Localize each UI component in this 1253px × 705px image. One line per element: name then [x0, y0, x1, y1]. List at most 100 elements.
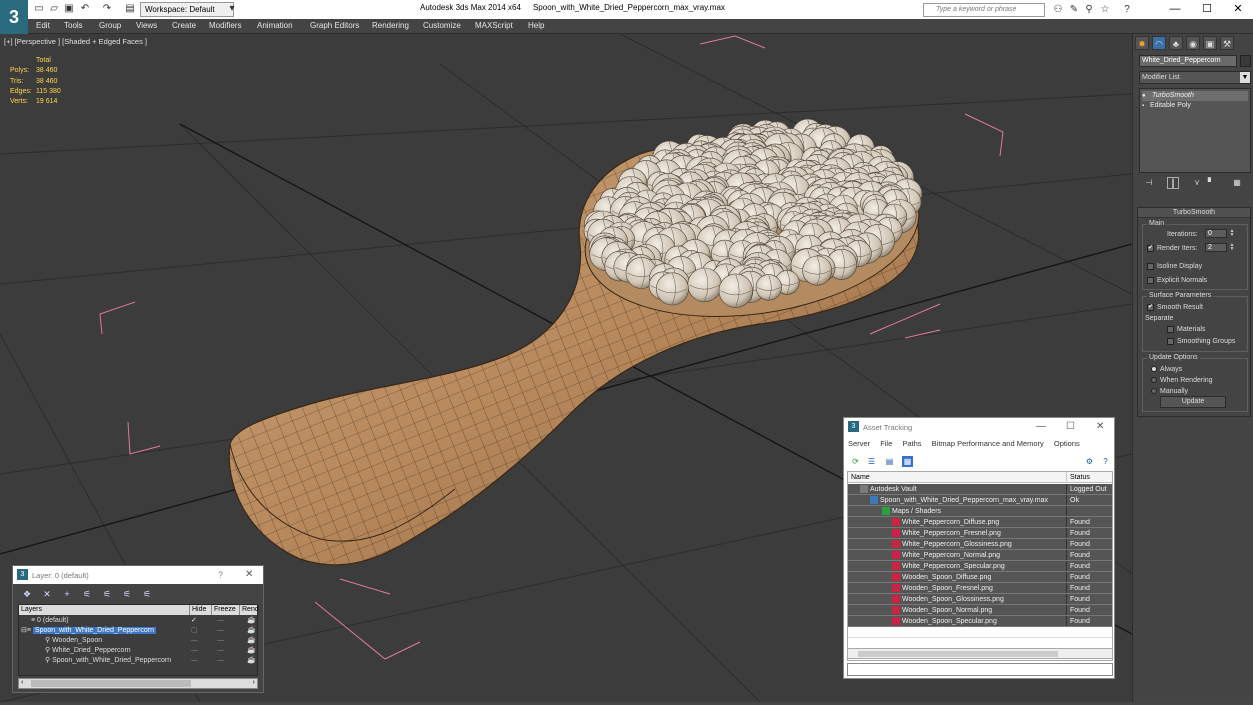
layer-horizontal-scrollbar[interactable]: ‹ › — [18, 678, 258, 689]
motion-tab-icon[interactable]: ◉ — [1186, 36, 1200, 50]
select-objects-icon[interactable]: ⚟ — [81, 588, 93, 600]
save-file-icon[interactable]: ▣ — [63, 3, 75, 15]
column-name[interactable]: Name — [851, 472, 870, 483]
asset-menu-paths[interactable]: Paths — [902, 439, 921, 448]
modifier-list-dropdown[interactable]: Modifier List ▼ — [1139, 71, 1251, 84]
lightbulb-icon[interactable]: ● — [1142, 91, 1150, 101]
help-icon[interactable]: ? — [1100, 456, 1111, 467]
asset-row[interactable]: Wooden_Spoon_Normal.png Found — [848, 605, 1112, 616]
workspace-dropdown[interactable]: Workspace: Default — [140, 2, 234, 17]
render-iters-spinner-arrows[interactable]: ▲ ▼ — [1229, 243, 1235, 252]
add-to-layer-icon[interactable]: + — [61, 588, 73, 600]
asset-row[interactable]: White_Peppercorn_Fresnel.png Found — [848, 528, 1112, 539]
close-button[interactable]: ✕ — [1223, 0, 1253, 19]
chevron-down-icon[interactable]: ▾ — [226, 3, 238, 15]
iterations-spinner[interactable]: 0 — [1205, 229, 1227, 238]
column-layers[interactable]: Layers — [19, 605, 42, 615]
rollout-title[interactable]: TurboSmooth — [1138, 208, 1250, 218]
display-tab-icon[interactable]: ▣ — [1203, 36, 1217, 50]
project-folder-icon[interactable]: ▤ — [124, 3, 136, 15]
column-hide[interactable]: Hide — [189, 605, 206, 615]
minimize-button[interactable]: — — [1036, 421, 1046, 432]
table-view-icon[interactable]: ▦ — [902, 456, 913, 467]
asset-row[interactable]: White_Peppercorn_Normal.png Found — [848, 550, 1112, 561]
search-input[interactable]: Type a keyword or phrase — [923, 3, 1045, 17]
explicit-normals-checkbox[interactable]: Explicit Normals — [1147, 276, 1207, 285]
undo-icon[interactable]: ↶ — [79, 3, 91, 15]
modifier-stack[interactable]: ● TurboSmooth ▪ Editable Poly — [1139, 88, 1251, 173]
object-name-field[interactable]: White_Dried_Peppercorn — [1139, 55, 1237, 67]
isoline-display-checkbox[interactable]: Isoline Display — [1147, 262, 1202, 271]
wrench-icon[interactable]: ✎ — [1067, 3, 1081, 16]
smoothing-groups-checkbox[interactable]: Smoothing Groups — [1167, 337, 1235, 346]
asset-row[interactable]: Wooden_Spoon_Fresnel.png Found — [848, 583, 1112, 594]
layer-row[interactable]: ⚲ Wooden_Spoon — — ☕ — [19, 636, 257, 646]
asset-row[interactable]: White_Peppercorn_Glossiness.png Found — [848, 539, 1112, 550]
asset-row[interactable]: Maps / Shaders — [848, 506, 1112, 517]
subscription-icon[interactable]: ⚲ — [1082, 3, 1096, 16]
close-button[interactable]: ✕ — [1096, 421, 1104, 432]
pin-stack-icon[interactable]: ⊣ — [1143, 177, 1155, 189]
update-button[interactable]: Update — [1160, 396, 1226, 408]
asset-row[interactable]: Wooden_Spoon_Diffuse.png Found — [848, 572, 1112, 583]
asset-row[interactable]: Autodesk Vault Logged Out — [848, 484, 1112, 495]
new-file-icon[interactable]: ▭ — [33, 3, 45, 15]
scroll-left-icon[interactable]: ‹ — [21, 679, 23, 686]
always-radio[interactable]: Always — [1151, 365, 1182, 374]
asset-horizontal-scrollbar[interactable] — [847, 648, 1113, 659]
object-color-swatch[interactable] — [1240, 55, 1251, 67]
column-freeze[interactable]: Freeze — [211, 605, 236, 615]
show-end-result-icon[interactable]: ┃ — [1167, 177, 1179, 189]
list-view-icon[interactable]: ☰ — [866, 456, 877, 467]
help-button[interactable]: ? — [218, 570, 223, 580]
select-layer-icon[interactable]: ⚟ — [101, 588, 113, 600]
stack-item-turbosmooth[interactable]: ● TurboSmooth — [1142, 91, 1248, 101]
menu-graph-editors[interactable]: Graph Editors — [310, 21, 359, 30]
make-unique-icon[interactable]: ⋎ — [1191, 177, 1203, 189]
menu-tools[interactable]: Tools — [64, 21, 83, 30]
smooth-result-checkbox[interactable]: ✔ Smooth Result — [1147, 303, 1203, 312]
menu-modifiers[interactable]: Modifiers — [209, 21, 241, 30]
asset-row[interactable]: Wooden_Spoon_Specular.png Found — [848, 616, 1112, 627]
asset-row[interactable]: Wooden_Spoon_Glossiness.png Found — [848, 594, 1112, 605]
create-layer-icon[interactable]: ❖ — [21, 588, 33, 600]
configure-modifier-sets-icon[interactable]: ▦ — [1231, 177, 1243, 189]
maximize-button[interactable]: ☐ — [1192, 0, 1222, 19]
asset-row[interactable]: White_Peppercorn_Specular.png Found — [848, 561, 1112, 572]
layer-row[interactable]: ⚲ Spoon_with_White_Dried_Peppercorn — — ☕ — [19, 656, 257, 666]
layer-row[interactable]: ⊟≡ Spoon_with_White_Dried_Peppercorn ▢ — ☕ — [19, 626, 257, 636]
when-rendering-radio[interactable]: When Rendering — [1151, 376, 1213, 385]
expand-plus-icon[interactable]: ▪ — [1142, 101, 1150, 111]
delete-layer-icon[interactable]: ✕ — [41, 588, 53, 600]
binoculars-icon[interactable]: ⚇ — [1051, 3, 1065, 16]
3dsmax-logo-icon[interactable]: 3 — [0, 0, 28, 34]
hide-freeze-all-icon[interactable]: ⚟ — [141, 588, 153, 600]
materials-checkbox[interactable]: Materials — [1167, 325, 1205, 334]
refresh-icon[interactable]: ⟳ — [850, 456, 861, 467]
favorites-star-icon[interactable]: ☆ — [1098, 3, 1112, 16]
scroll-right-icon[interactable]: › — [253, 679, 255, 686]
menu-edit[interactable]: Edit — [36, 21, 50, 30]
layer-row[interactable]: ⚲ White_Dried_Peppercorn — — ☕ — [19, 646, 257, 656]
manually-radio[interactable]: Manually — [1151, 387, 1188, 396]
iterations-spinner-arrows[interactable]: ▲ ▼ — [1229, 229, 1235, 238]
menu-rendering[interactable]: Rendering — [372, 21, 409, 30]
viewport-label[interactable]: [+] [Perspective ] [Shaded + Edged Faces… — [4, 37, 147, 46]
vault-icon[interactable]: ⚙ — [1084, 456, 1095, 467]
menu-group[interactable]: Group — [99, 21, 121, 30]
layer-row[interactable]: ≡ 0 (default) ✓ — ☕ — [19, 616, 257, 626]
minimize-button[interactable]: — — [1160, 0, 1190, 19]
asset-menu-options[interactable]: Options — [1054, 439, 1080, 448]
close-button[interactable]: ✕ — [245, 569, 253, 580]
asset-menu-server[interactable]: Server — [848, 439, 870, 448]
scrollbar-thumb[interactable] — [858, 651, 1058, 657]
menu-create[interactable]: Create — [172, 21, 196, 30]
asset-row[interactable]: Spoon_with_White_Dried_Peppercorn_max_vr… — [848, 495, 1112, 506]
menu-animation[interactable]: Animation — [257, 21, 293, 30]
thumbnail-view-icon[interactable]: ▤ — [884, 456, 895, 467]
open-file-icon[interactable]: ▱ — [48, 3, 60, 15]
chevron-down-icon[interactable]: ▼ — [1240, 72, 1250, 83]
stack-item-editable-poly[interactable]: ▪ Editable Poly — [1142, 101, 1248, 111]
asset-menu-bitmap[interactable]: Bitmap Performance and Memory — [932, 439, 1044, 448]
remove-modifier-icon[interactable]: ▘ — [1205, 177, 1217, 189]
